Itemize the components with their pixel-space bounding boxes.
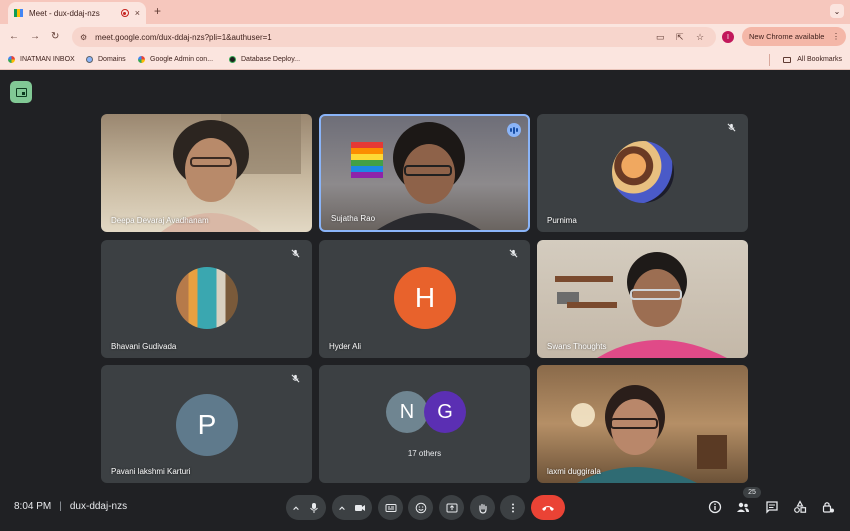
google-icon [138, 56, 145, 63]
participant-video-feed [161, 114, 301, 232]
participant-name: Hyder Ali [329, 342, 362, 351]
reload-icon[interactable]: ↻ [51, 31, 59, 42]
camera-control[interactable] [332, 495, 372, 520]
initial-avatar: N [386, 391, 428, 433]
chevron-up-icon[interactable] [292, 504, 300, 512]
participant-name: Purnima [547, 216, 577, 225]
database-icon [229, 56, 236, 63]
participant-name: Swans Thoughts [547, 342, 607, 351]
companion-mode-button[interactable] [10, 81, 32, 103]
browser-tab-meet[interactable]: Meet - dux-ddaj-nzs × [8, 2, 146, 24]
tab-search-icon[interactable]: ⌄ [830, 4, 844, 18]
participant-tile-pavani[interactable]: P Pavani lakshmi Karturi [101, 365, 312, 483]
bookmark-google-admin[interactable]: Google Admin con... [138, 56, 213, 63]
participant-video-feed [351, 122, 481, 230]
participant-tile-laxmi[interactable]: laxmi duggirala [537, 365, 748, 483]
all-bookmarks-button[interactable]: All Bookmarks [783, 56, 842, 63]
present-screen-icon [446, 503, 457, 512]
participant-name: Bhavani Gudivada [111, 342, 177, 351]
back-arrow-icon[interactable]: ← [9, 31, 19, 42]
url-text: meet.google.com/dux-ddaj-nzs?pli=1&authu… [95, 32, 272, 42]
globe-icon [86, 56, 93, 63]
mic-off-icon [727, 123, 736, 132]
profile-avatar[interactable]: I [722, 31, 734, 43]
folder-icon [783, 56, 792, 63]
more-vert-icon [511, 503, 514, 512]
google-icon [8, 56, 15, 63]
address-bar[interactable]: ⚙ meet.google.com/dux-ddaj-nzs?pli=1&aut… [72, 27, 716, 47]
meeting-code: dux-ddaj-nzs [69, 501, 128, 512]
camera-icon [355, 504, 365, 511]
initial-avatar: G [424, 391, 466, 433]
participant-name: Sujatha Rao [331, 214, 376, 223]
raise-hand-button[interactable] [470, 495, 495, 520]
bookmark-database-deploy[interactable]: Database Deploy... [229, 56, 300, 63]
open-in-new-icon[interactable]: ⇱ [676, 32, 684, 43]
mic-off-icon [291, 374, 300, 383]
speaking-indicator [507, 123, 521, 137]
microphone-icon [310, 502, 318, 513]
activities-icon[interactable] [793, 500, 807, 514]
site-info-icon[interactable]: ⚙ [80, 33, 87, 42]
people-icon[interactable] [736, 500, 750, 514]
participant-count-badge: 25 [743, 487, 761, 498]
participant-tile-purnima[interactable]: Purnima [537, 114, 748, 232]
participant-tile-others[interactable]: N G 17 others [319, 365, 530, 483]
bookmark-domains[interactable]: Domains [86, 56, 126, 63]
participant-video-feed [571, 385, 727, 483]
participant-video-feed [555, 252, 727, 358]
mic-off-icon [509, 249, 518, 258]
participant-tile-hyder[interactable]: H Hyder Ali [319, 240, 530, 358]
leave-call-button[interactable] [531, 495, 565, 520]
camera-in-use-icon[interactable]: ▭ [656, 32, 665, 43]
bookmark-star-icon[interactable]: ☆ [696, 32, 704, 43]
new-tab-icon[interactable]: + [154, 4, 161, 18]
chevron-up-icon[interactable] [338, 504, 346, 512]
forward-arrow-icon[interactable]: → [30, 31, 40, 42]
recording-icon [120, 9, 129, 17]
tab-close-icon[interactable]: × [135, 8, 140, 18]
microphone-control[interactable] [286, 495, 326, 520]
initial-avatar: P [176, 394, 238, 456]
initial-avatar: H [394, 267, 456, 329]
participant-name: Pavani lakshmi Karturi [111, 467, 191, 476]
hang-up-icon [542, 505, 554, 511]
captions-icon [385, 503, 396, 512]
participant-name: Deepa Devaraj Avadhanam [111, 216, 209, 225]
meeting-details-text: 8:04 PM | dux-ddaj-nzs [14, 501, 127, 512]
emoji-icon [415, 502, 426, 513]
participant-tile-swans[interactable]: Swans Thoughts [537, 240, 748, 358]
hand-icon [478, 503, 487, 514]
browser-menu-icon[interactable]: ⋮ [832, 32, 840, 41]
participant-name: laxmi duggirala [547, 467, 601, 476]
tab-strip: Meet - dux-ddaj-nzs × + ⌄ [0, 0, 850, 24]
host-controls-icon[interactable] [821, 500, 835, 514]
companion-icon [15, 87, 27, 97]
chat-icon[interactable] [765, 500, 779, 514]
participant-tile-deepa[interactable]: Deepa Devaraj Avadhanam [101, 114, 312, 232]
participant-tile-bhavani[interactable]: Bhavani Gudivada [101, 240, 312, 358]
clock-separator: | [59, 501, 62, 512]
bookmarks-bar: INATMAN INBOX Domains Google Admin con..… [0, 50, 850, 70]
present-button[interactable] [439, 495, 464, 520]
mic-off-icon [291, 249, 300, 258]
reactions-button[interactable] [408, 495, 433, 520]
others-count: 17 others [407, 449, 442, 458]
meeting-info-icon[interactable] [708, 500, 722, 514]
update-label: New Chrome available [749, 32, 825, 41]
participant-photo [176, 267, 238, 329]
participant-tile-sujatha[interactable]: Sujatha Rao [319, 114, 530, 232]
bookmarks-separator [769, 54, 770, 66]
tab-title: Meet - dux-ddaj-nzs [29, 8, 100, 18]
update-chrome-button[interactable]: New Chrome available ⋮ [742, 27, 846, 46]
clock: 8:04 PM [14, 501, 52, 512]
participant-photo [612, 141, 674, 203]
captions-button[interactable] [378, 495, 403, 520]
bookmark-inatman-inbox[interactable]: INATMAN INBOX [8, 56, 75, 63]
meet-favicon [14, 9, 23, 17]
more-options-button[interactable] [500, 495, 525, 520]
